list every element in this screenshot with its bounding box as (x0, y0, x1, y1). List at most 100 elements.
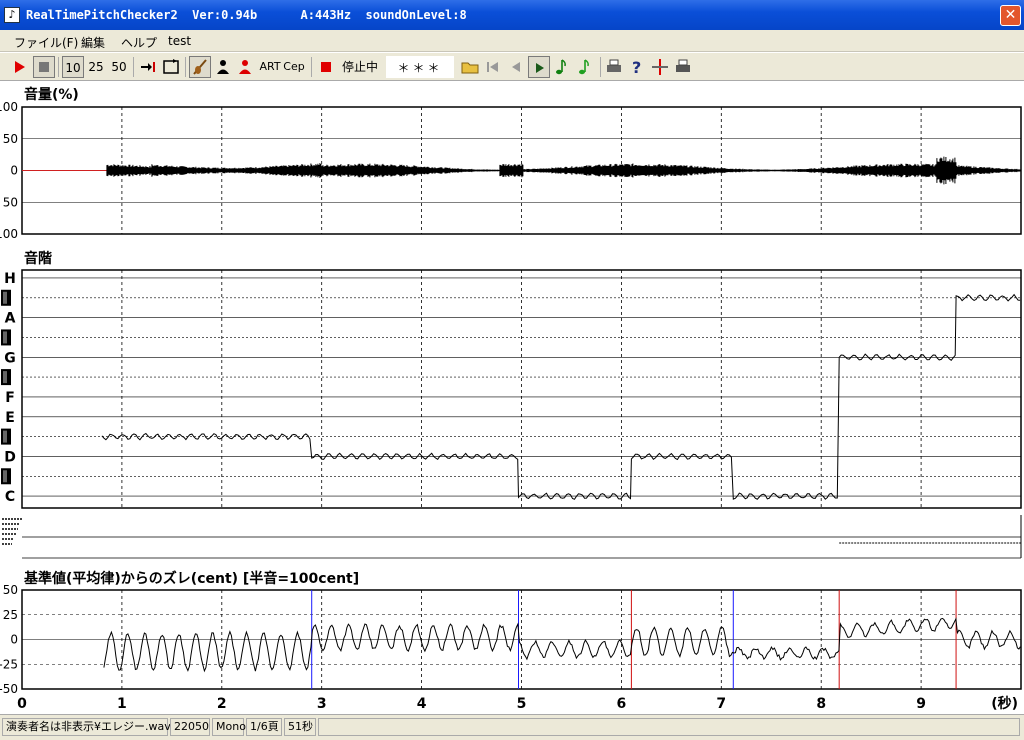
deviation-tick-label: -50 (0, 682, 18, 696)
prev-icon (512, 62, 520, 72)
time-axis: 0 1 2 3 4 5 6 7 8 9 (秒) (17, 695, 1018, 712)
pitch-chart[interactable]: 100 50 0 50 100 H A G FE D C 50 25 0 -25 -50 0 1 2 3 4 5 6 7… (0, 82, 1024, 714)
open-folder-button[interactable] (459, 56, 481, 78)
help-icon: ? (632, 58, 641, 77)
volume-tick-label: 100 (0, 227, 18, 241)
time-tick-label: 8 (816, 696, 826, 712)
deviation-panel: 50 25 0 -25 -50 (0, 583, 1022, 696)
folder-icon (461, 62, 479, 74)
menu-bar: ファイル(F) 編集 ヘルプ test (0, 30, 1024, 52)
note-label: C (5, 489, 15, 505)
window-title: RealTimePitchChecker2 Ver:0.94b A:443Hz … (26, 8, 467, 22)
menu-test[interactable]: test (168, 34, 191, 48)
scale-panel: H A G FE D C (1, 269, 1022, 509)
deviation-tick-label: 50 (3, 583, 18, 597)
time-tick-label: 7 (716, 696, 726, 712)
close-button[interactable]: ✕ (1000, 5, 1021, 26)
title-bar: ♪ RealTimePitchChecker2 Ver:0.94b A:443H… (0, 0, 1024, 30)
piano-black-key-highlight (3, 291, 7, 304)
note-strip-panel (2, 515, 1022, 559)
scale-frame (21, 269, 1022, 509)
print2-button[interactable] (672, 56, 694, 78)
stop-button[interactable] (33, 56, 55, 78)
piano-black-key-highlight (3, 331, 7, 344)
zoom-10-button[interactable]: 10 (62, 56, 84, 78)
piano-black-key-highlight (3, 430, 7, 443)
status-samplerate: 22050 (170, 718, 210, 736)
toolbar: 10 25 50 ART Cep 停止中 ＊＊＊ ? (0, 53, 1024, 81)
loop-icon (163, 59, 179, 74)
menu-file[interactable]: ファイル(F) (14, 34, 78, 51)
volume-tick-label: 50 (3, 195, 18, 209)
app-icon: ♪ (4, 7, 20, 23)
singer-button[interactable] (212, 56, 234, 78)
music-note2-icon (579, 59, 589, 75)
person-red-icon (239, 60, 251, 74)
volume-tick-label: 0 (10, 164, 18, 178)
next-page-button[interactable] (528, 56, 550, 78)
deviation-tick-label: 25 (3, 608, 18, 622)
status-duration: 51秒 (284, 718, 316, 736)
note-label: A (5, 311, 16, 327)
plot-area: 音量(%) 音階 基準値(平均律)からのズレ(cent) [半音=100cent… (0, 82, 1024, 714)
status-label: 停止中 (341, 60, 378, 74)
jump-end-icon (141, 62, 155, 72)
time-tick-label: 6 (617, 696, 627, 712)
help-button[interactable]: ? (626, 56, 648, 78)
jump-end-button[interactable] (137, 56, 159, 78)
zoom-50-button[interactable]: 50 (108, 56, 130, 78)
note-label: D (4, 449, 16, 465)
time-tick-label: 0 (17, 696, 27, 712)
loop-button[interactable] (160, 56, 182, 78)
time-unit-label: (秒) (991, 695, 1018, 712)
note-label: H (4, 271, 16, 287)
svg-text:?: ? (632, 58, 641, 77)
menu-edit[interactable]: 編集 (81, 34, 105, 51)
status-page: 1/6頁 (246, 718, 282, 736)
person-icon (217, 60, 229, 74)
first-page-button[interactable] (482, 56, 504, 78)
printer-icon (607, 59, 621, 72)
app-window: ♪ RealTimePitchChecker2 Ver:0.94b A:443H… (0, 0, 1024, 740)
record-stop-button[interactable] (315, 56, 337, 78)
volume-panel: 100 50 0 50 100 (0, 100, 1022, 241)
piano-black-key-highlight (3, 371, 7, 384)
play-icon (15, 61, 25, 73)
violin-button[interactable] (189, 56, 211, 78)
status-filename: 演奏者名は非表示¥エレジー.wav (2, 718, 171, 736)
menu-help[interactable]: ヘルプ (121, 34, 157, 51)
next-icon (536, 63, 544, 73)
singer-red-button[interactable] (234, 56, 256, 78)
note-green2-button[interactable] (574, 56, 596, 78)
volume-tick-label: 100 (0, 100, 18, 114)
prev-page-button[interactable] (505, 56, 527, 78)
note-green-button[interactable] (551, 56, 573, 78)
status-channels: Mono (212, 718, 246, 736)
volume-tick-label: 50 (3, 132, 18, 146)
zoom-25-button[interactable]: 25 (85, 56, 107, 78)
stop-icon (39, 62, 49, 72)
note-label: E (5, 410, 15, 426)
printer2-icon (676, 59, 690, 72)
time-tick-label: 5 (517, 696, 527, 712)
print-button[interactable] (603, 56, 625, 78)
time-tick-label: 2 (217, 696, 227, 712)
time-tick-label: 9 (916, 696, 926, 712)
art-button[interactable]: ART (258, 56, 282, 78)
note-label: G (4, 350, 16, 366)
deviation-tick-label: 0 (10, 633, 18, 647)
note-display: ＊＊＊ (386, 56, 454, 78)
cep-button[interactable]: Cep (283, 56, 305, 78)
crosshair-icon (652, 59, 668, 75)
strip-frame (22, 515, 1021, 558)
status-bar: 演奏者名は非表示¥エレジー.wav 22050 Mono 1/6頁 51秒 (0, 714, 1024, 740)
first-icon (487, 62, 498, 72)
deviation-tick-label: -25 (0, 657, 18, 671)
time-tick-label: 4 (417, 696, 427, 712)
play-button[interactable] (8, 56, 30, 78)
time-tick-label: 3 (317, 696, 327, 712)
time-tick-label: 1 (117, 696, 127, 712)
music-note-icon (556, 59, 566, 75)
note-label: F (5, 390, 15, 406)
marker-button[interactable] (649, 56, 671, 78)
